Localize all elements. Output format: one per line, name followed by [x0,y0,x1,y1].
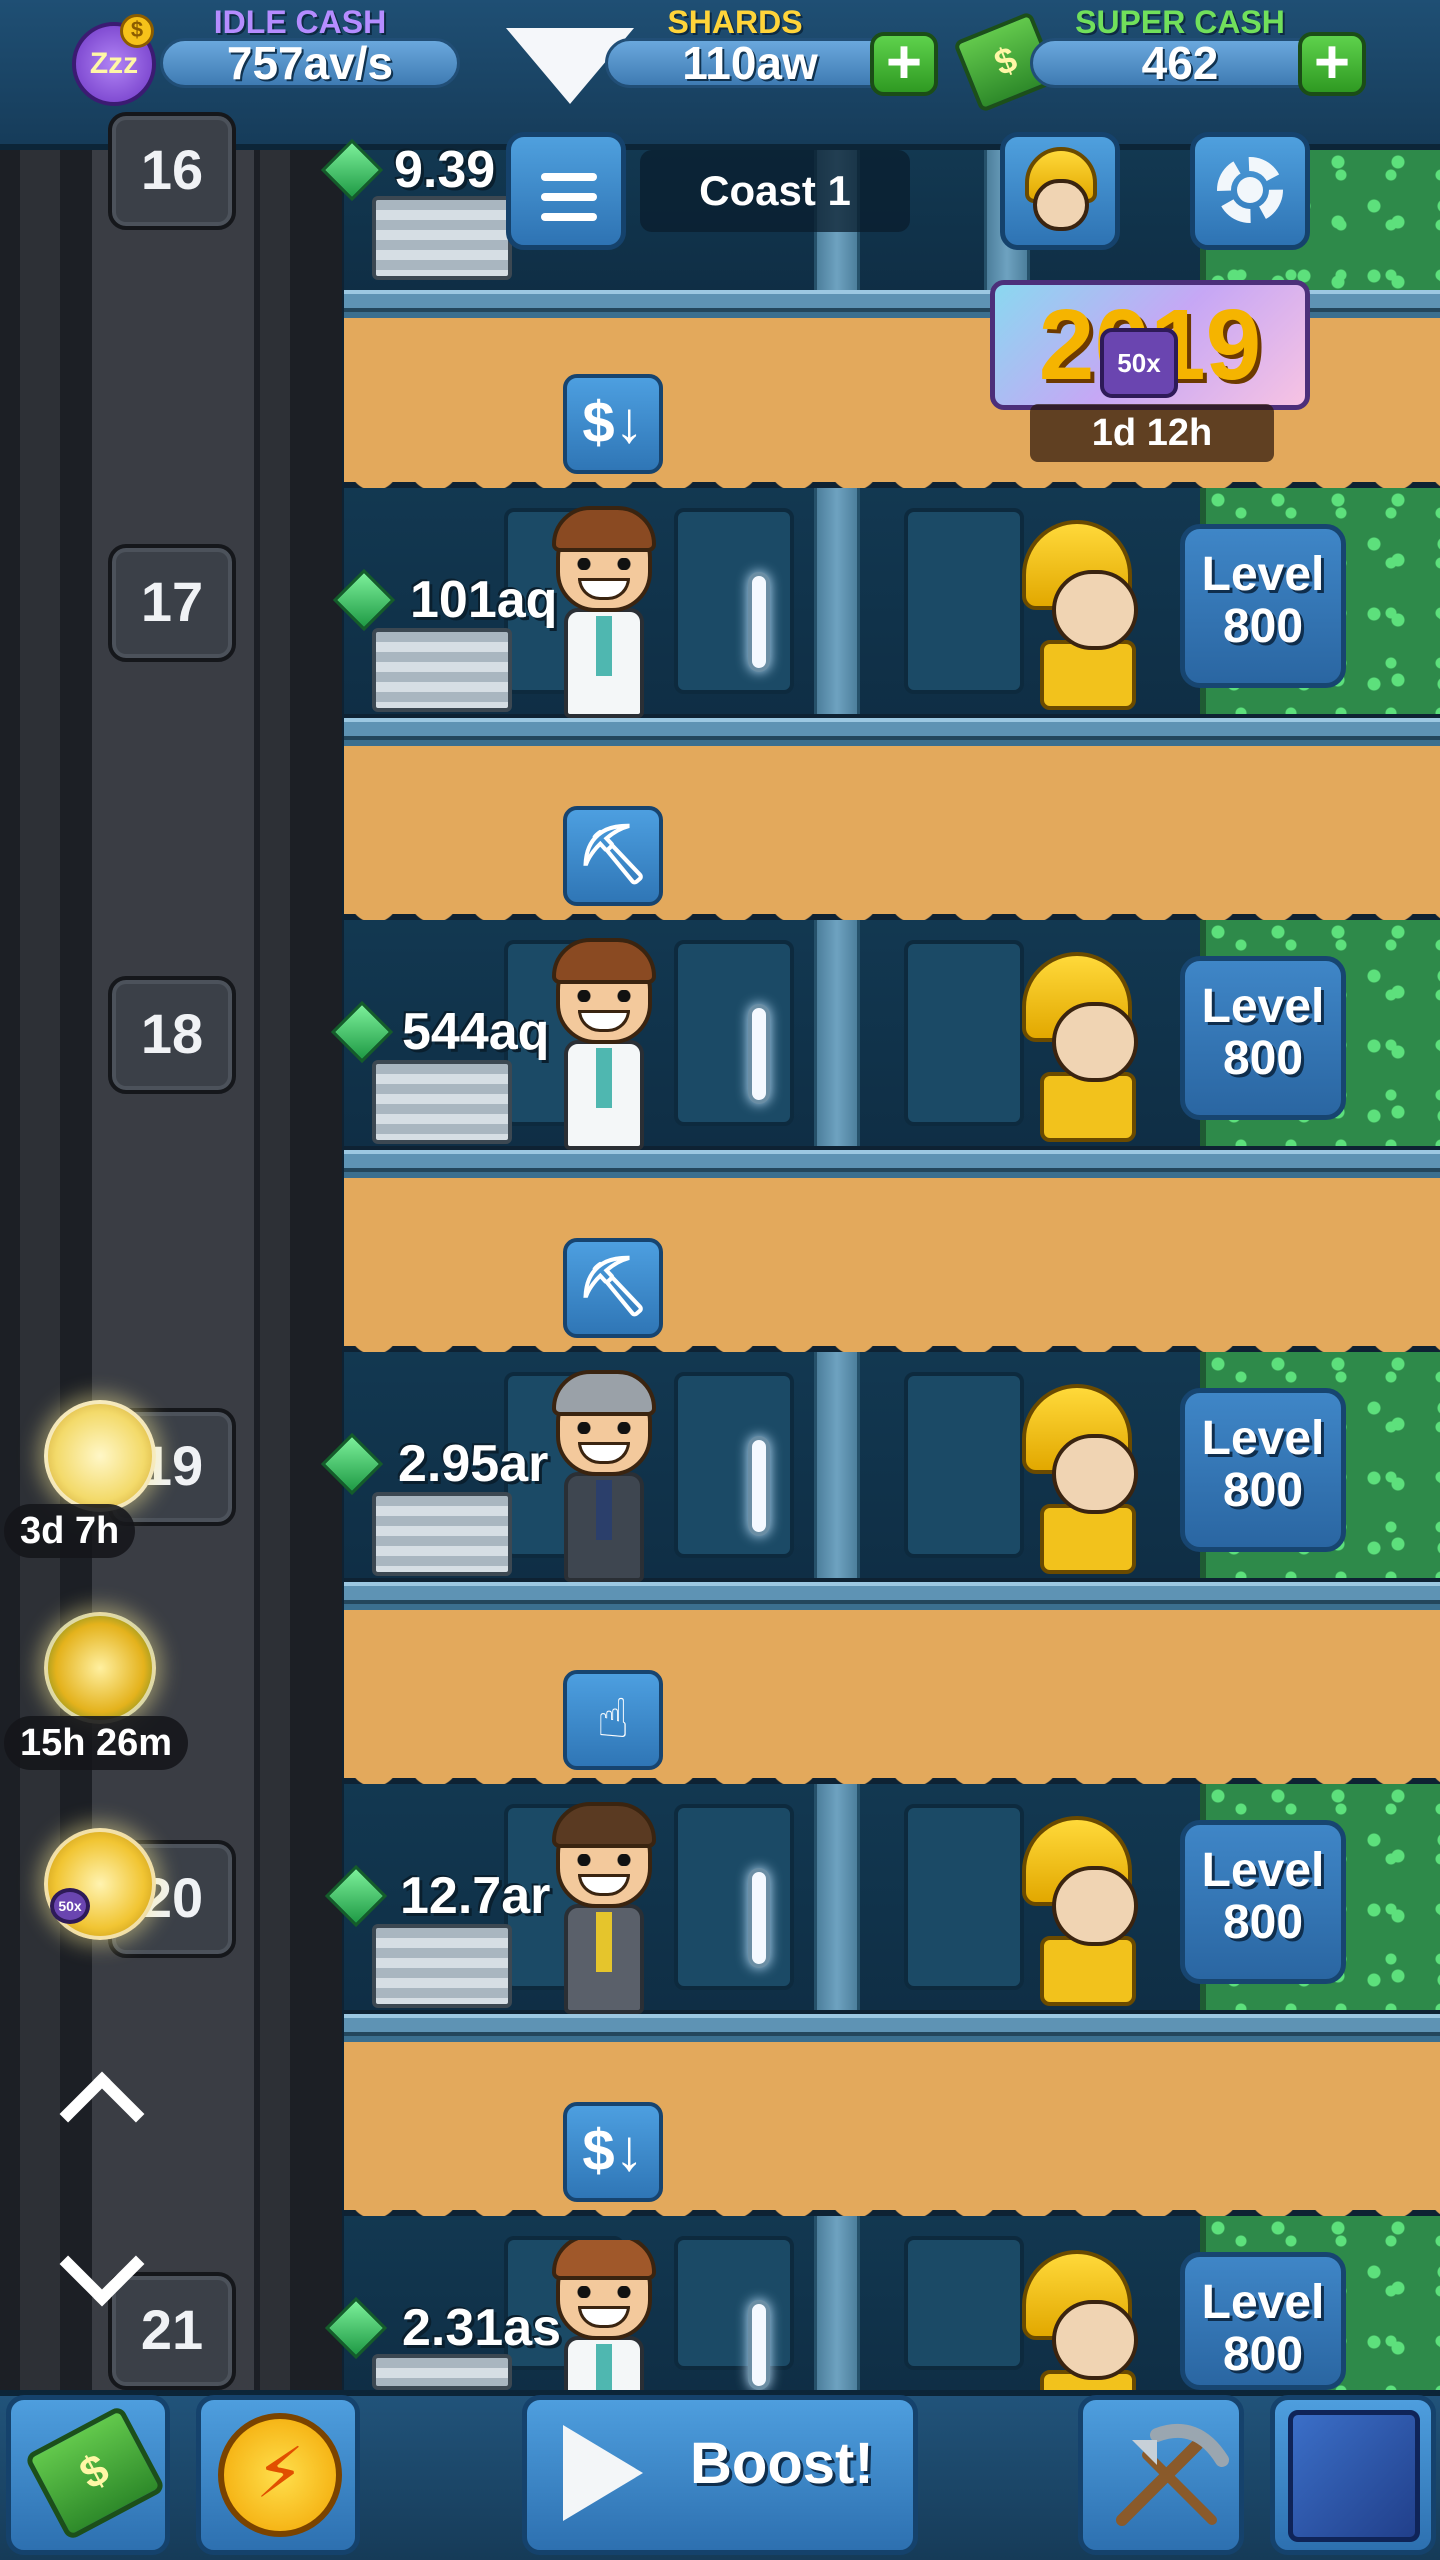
manager-avatar[interactable] [548,1370,658,1586]
event-timer: 1d 12h [1030,404,1274,462]
floor-strip [344,1150,1440,1172]
super-cash-title: SUPER CASH [1075,4,1285,40]
floor-number-18: 18 [108,976,236,1094]
mineshaft-cash-21: 2.31as [402,2299,562,2357]
mineshaft-cash-17: 101aq [410,571,558,629]
miner-workers [1010,1384,1180,1584]
event-multiplier-badge: 50x [1100,328,1178,398]
level-value: 800 [1222,1032,1304,1085]
cash-crate [372,2354,512,2390]
manager-avatar[interactable] [548,1802,658,2018]
manager-avatar[interactable] [548,506,658,722]
cash-crate [372,1060,512,1144]
boost-timer: 15h 26m [4,1716,189,1770]
level-word: Level [1201,1844,1325,1897]
elevator-rail [20,150,60,2390]
miner-workers [1010,520,1180,720]
floor-strip [344,718,1440,740]
level-word: Level [1201,1412,1325,1465]
level-upgrade-button-21[interactable]: Level 800 [1180,2252,1346,2390]
level-upgrade-button-17[interactable]: Level 800 [1180,524,1346,688]
boost-timer: 3d 7h [4,1504,136,1558]
elevator-track [92,150,254,2390]
lightning-coin-icon: ⚡ [218,2413,342,2537]
manager-avatar[interactable] [548,2240,658,2390]
coin-icon: $ [120,14,154,48]
cash-crate [372,1492,512,1576]
settings-button[interactable] [1190,132,1310,250]
cash-crate [372,1924,512,2008]
miner-workers [1010,952,1180,1152]
pickaxe-shovel-icon [1116,2423,1229,2526]
miner-workers [1010,1816,1180,2016]
floor-number-17: 17 [108,544,236,662]
map-icon [1288,2410,1420,2542]
level-word: Level [1201,548,1325,601]
wall-light [748,2300,770,2390]
level-word: Level [1201,980,1325,1033]
wall-light [748,572,770,672]
level-value: 800 [1222,1464,1304,1517]
dirt-layer [344,2036,1440,2220]
mineshaft-cash-19: 2.95ar [398,1435,549,1493]
scroll-up-button[interactable] [48,2060,144,2130]
elevator-rail [260,150,290,2390]
play-icon [563,2425,643,2521]
blonde-manager-icon[interactable] [44,1400,156,1512]
dirt-layer [344,1172,1440,1356]
level-value: 800 [1222,600,1304,653]
level-upgrade-button-18[interactable]: Level 800 [1180,956,1346,1120]
mineshaft-cash-16: 9.39 [394,141,496,199]
dirt-layer [344,740,1440,924]
boost-multiplier-badge: 50x [50,1888,90,1924]
miner-workers [1010,2250,1180,2390]
manager-ability-cash-button[interactable]: $↓ [563,374,663,474]
manager-ability-pickaxe-button[interactable]: ⛏ [563,1238,663,1338]
mineshaft-cash-20: 12.7ar [400,1867,551,1925]
super-cash-value: 462 [1030,38,1330,88]
level-value: 800 [1222,2328,1304,2381]
buy-shards-button[interactable]: + [870,32,938,96]
manager-ability-pickaxe-button[interactable]: ⛏ [563,806,663,906]
cash-crate [372,628,512,712]
floor-number-16: 16 [108,112,236,230]
level-upgrade-button-20[interactable]: Level 800 [1180,1820,1346,1984]
managers-button[interactable] [1000,132,1120,250]
gold-manager-icon[interactable] [44,1828,156,1940]
floor-strip [344,1582,1440,1604]
floor-strip [344,2014,1440,2036]
manager-ability-drill-button[interactable]: ☝ [563,1670,663,1770]
idle-cash-title: IDLE CASH [213,4,387,40]
mine-name-label[interactable]: Coast 1 [640,150,910,232]
level-value: 800 [1222,1896,1304,1949]
level-upgrade-button-19[interactable]: Level 800 [1180,1388,1346,1552]
level-word: Level [1201,2276,1325,2329]
boost-label: Boost! [690,2431,874,2496]
scroll-down-button[interactable] [48,2240,144,2310]
wall-light [748,1004,770,1104]
dirt-layer [344,1604,1440,1788]
buy-super-cash-button[interactable]: + [1298,32,1366,96]
mineshaft-cash-18: 544aq [402,1003,550,1061]
wall-light [748,1868,770,1968]
manager-ability-cash-button[interactable]: $↓ [563,2102,663,2202]
shards-title: SHARDS [667,4,803,40]
quest-list-button[interactable] [506,132,626,250]
idle-cash-value: 757av/s [160,38,460,88]
wall-light [748,1436,770,1536]
manager-avatar[interactable] [548,938,658,1154]
cash-crate [372,196,512,280]
christmas-bells-icon[interactable] [44,1612,156,1724]
shards-value: 110aw [605,38,895,88]
